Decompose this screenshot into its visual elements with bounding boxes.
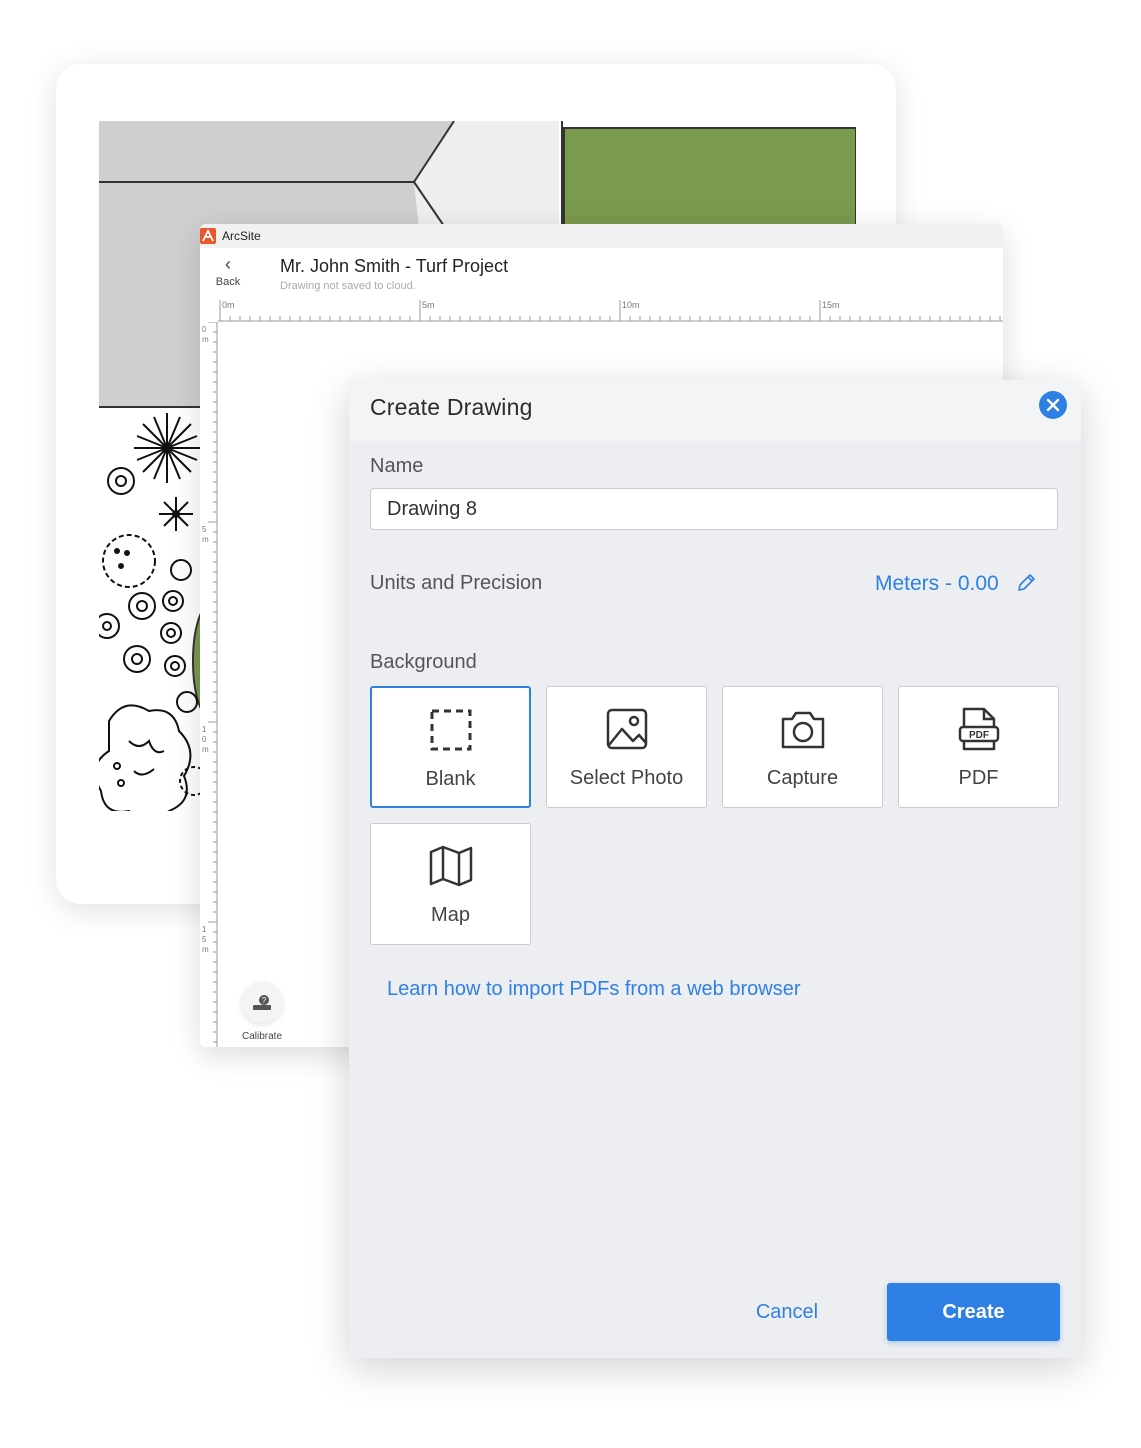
ruler-label-0: 0m [222, 300, 235, 310]
chevron-left-icon: ‹ [225, 254, 231, 274]
turf-area [563, 127, 856, 229]
svg-text:5: 5 [202, 525, 207, 534]
calibrate-button[interactable]: ? Calibrate [240, 982, 284, 1042]
svg-text:m: m [202, 945, 209, 954]
calibrate-label: Calibrate [241, 1031, 283, 1042]
app-name: ArcSite [222, 229, 261, 243]
save-status: Drawing not saved to cloud. [280, 280, 416, 292]
option-label: Select Photo [569, 767, 684, 789]
svg-text:m: m [202, 745, 209, 754]
svg-text:1: 1 [202, 925, 207, 934]
back-label: Back [215, 276, 241, 288]
background-label: Background [370, 651, 477, 673]
option-label: Blank [425, 768, 476, 790]
back-button[interactable]: ‹ Back [210, 254, 246, 298]
background-option-select-photo[interactable]: Select Photo [546, 686, 707, 808]
cancel-button[interactable]: Cancel [729, 1283, 845, 1341]
name-input[interactable] [370, 488, 1058, 530]
map-icon [429, 845, 472, 887]
close-button[interactable] [1039, 391, 1067, 419]
option-label: Map [431, 904, 470, 926]
option-label: PDF [958, 767, 999, 789]
calibrate-icon: ? [241, 982, 283, 1023]
blank-icon [430, 709, 471, 751]
app-header: ‹ Back Mr. John Smith - Turf Project Dra… [200, 248, 1003, 298]
svg-text:m: m [202, 335, 209, 344]
learn-import-pdf-link[interactable]: Learn how to import PDFs from a web brow… [387, 978, 801, 1001]
background-option-capture[interactable]: Capture [722, 686, 883, 808]
svg-text:m: m [202, 535, 209, 544]
svg-text:0: 0 [202, 325, 207, 334]
close-icon [1046, 398, 1060, 412]
vertical-ruler: 0 m 5 m 1 0 m 1 5 m [202, 322, 218, 1047]
background-option-pdf[interactable]: PDF PDF [898, 686, 1059, 808]
create-button[interactable]: Create [887, 1283, 1060, 1341]
pdf-icon: PDF [958, 707, 999, 751]
option-label: Capture [766, 767, 839, 789]
svg-text:0: 0 [202, 735, 207, 744]
arcsite-logo-icon [200, 228, 216, 244]
title-bar: ArcSite [200, 224, 1003, 248]
dialog-header: Create Drawing [349, 380, 1081, 441]
svg-text:1: 1 [202, 725, 207, 734]
photo-icon [606, 708, 647, 750]
svg-text:PDF: PDF [969, 730, 989, 741]
document-title: Mr. John Smith - Turf Project [280, 256, 509, 276]
units-label: Units and Precision [370, 572, 543, 594]
create-drawing-dialog: Create Drawing Name Units and Precision … [349, 380, 1081, 1358]
horizontal-ruler: 0m 5m 10m 15m [218, 300, 1003, 322]
background-option-map[interactable]: Map [370, 823, 531, 945]
ruler-label-10: 10m [622, 300, 640, 310]
palm-symbol [134, 413, 200, 483]
svg-text:5: 5 [202, 935, 207, 944]
pencil-icon[interactable] [1015, 572, 1037, 594]
background-option-blank[interactable]: Blank [370, 686, 531, 808]
ruler-label-5: 5m [422, 300, 435, 310]
dialog-title: Create Drawing [370, 394, 533, 420]
units-precision-link[interactable]: Meters - 0.00 [875, 572, 999, 596]
camera-icon [781, 711, 824, 749]
ruler-label-15: 15m [822, 300, 840, 310]
svg-text:?: ? [262, 996, 267, 1005]
star-shrub-symbol [159, 497, 193, 531]
name-label: Name [370, 455, 424, 477]
